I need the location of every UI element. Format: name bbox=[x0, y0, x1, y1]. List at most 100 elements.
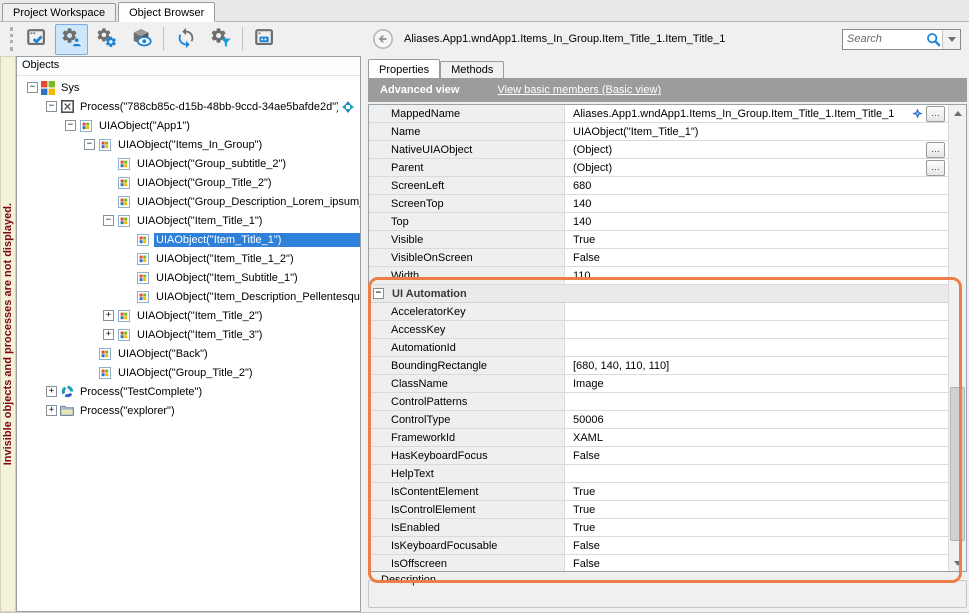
tree-item-label: UIAObject("Group_Description_Lorem_ipsum… bbox=[135, 195, 360, 209]
tree-item[interactable]: −UIAObject("Items_In_Group") bbox=[17, 135, 360, 154]
gears-icon bbox=[96, 27, 118, 52]
tree-item[interactable]: UIAObject("Item_Title_1") bbox=[17, 230, 360, 249]
uia-icon bbox=[117, 195, 131, 209]
ellipsis-button[interactable]: … bbox=[926, 160, 945, 176]
collapse-toggle-icon[interactable]: − bbox=[84, 139, 95, 150]
property-row[interactable]: ControlType50006 bbox=[369, 411, 948, 429]
scrollbar-thumb[interactable] bbox=[950, 387, 965, 541]
property-row[interactable]: IsControlElementTrue bbox=[369, 501, 948, 519]
property-row[interactable]: NativeUIAObject(Object)… bbox=[369, 141, 948, 159]
tree-item-label: UIAObject("Item_Title_2") bbox=[135, 309, 360, 323]
map-target-icon[interactable] bbox=[912, 108, 923, 119]
tree-item[interactable]: UIAObject("Group_subtitle_2") bbox=[17, 154, 360, 173]
search-dropdown-button[interactable] bbox=[942, 30, 960, 49]
object-spy-button[interactable] bbox=[55, 24, 88, 55]
chevron-down-icon bbox=[948, 37, 956, 42]
tree-item[interactable]: UIAObject("Item_Title_1_2") bbox=[17, 249, 360, 268]
expand-toggle-icon[interactable]: + bbox=[46, 386, 57, 397]
expand-toggle-icon[interactable]: + bbox=[46, 405, 57, 416]
property-row[interactable]: AutomationId bbox=[369, 339, 948, 357]
collapse-toggle-icon[interactable]: − bbox=[103, 215, 114, 226]
property-row[interactable]: Top140 bbox=[369, 213, 948, 231]
property-row[interactable]: NameUIAObject("Item_Title_1") bbox=[369, 123, 948, 141]
property-row[interactable]: Parent(Object)… bbox=[369, 159, 948, 177]
breadcrumb-row: Aliases.App1.wndApp1.Items_In_Group.Item… bbox=[366, 22, 969, 56]
uia-icon bbox=[136, 290, 150, 304]
filter-settings-button[interactable] bbox=[204, 24, 237, 55]
search-icon[interactable] bbox=[926, 32, 942, 47]
property-row[interactable]: HasKeyboardFocusFalse bbox=[369, 447, 948, 465]
tree-item[interactable]: +Process("TestComplete") bbox=[17, 382, 360, 401]
property-row[interactable]: HelpText bbox=[369, 465, 948, 483]
property-row[interactable]: IsContentElementTrue bbox=[369, 483, 948, 501]
tree-item[interactable]: UIAObject("Group_Description_Lorem_ipsum… bbox=[17, 192, 360, 211]
tree-item[interactable]: −UIAObject("App1") bbox=[17, 116, 360, 135]
collapse-toggle-icon[interactable]: − bbox=[27, 82, 38, 93]
refresh-button[interactable] bbox=[169, 24, 202, 55]
tree-item[interactable]: UIAObject("Item_Description_Pellentesque bbox=[17, 287, 360, 306]
tab-methods[interactable]: Methods bbox=[440, 61, 504, 78]
property-value-cell: (Object)… bbox=[565, 159, 948, 176]
expand-toggle-icon[interactable]: + bbox=[103, 310, 114, 321]
tab-properties[interactable]: Properties bbox=[368, 59, 440, 78]
toolbar-grip[interactable] bbox=[10, 27, 13, 51]
view-object-button[interactable] bbox=[125, 24, 158, 55]
tab-project-workspace[interactable]: Project Workspace bbox=[2, 3, 116, 21]
property-value-cell: 680 bbox=[565, 177, 948, 194]
tree-item[interactable]: +Process("explorer") bbox=[17, 401, 360, 420]
scroll-up-button[interactable] bbox=[949, 105, 966, 121]
object-properties-button[interactable] bbox=[90, 24, 123, 55]
tree-item[interactable]: −UIAObject("Item_Title_1") bbox=[17, 211, 360, 230]
tree-item[interactable]: UIAObject("Item_Subtitle_1") bbox=[17, 268, 360, 287]
property-row[interactable]: VisibleOnScreenFalse bbox=[369, 249, 948, 267]
ellipsis-button[interactable]: … bbox=[926, 106, 945, 122]
property-row[interactable]: AccessKey bbox=[369, 321, 948, 339]
tree-item[interactable]: UIAObject("Back") bbox=[17, 344, 360, 363]
tree-item-label: UIAObject("Item_Description_Pellentesque bbox=[154, 290, 360, 304]
window-tab-bar: Project Workspace Object Browser bbox=[0, 0, 969, 22]
tree-item[interactable]: UIAObject("Group_Title_2") bbox=[17, 363, 360, 382]
scroll-down-button[interactable] bbox=[949, 555, 966, 571]
property-row[interactable]: Width110 bbox=[369, 267, 948, 285]
property-row[interactable]: IsEnabledTrue bbox=[369, 519, 948, 537]
collapse-toggle-icon[interactable]: − bbox=[373, 288, 384, 299]
vertical-scrollbar[interactable] bbox=[948, 105, 966, 571]
property-row[interactable]: VisibleTrue bbox=[369, 231, 948, 249]
property-value: [680, 140, 110, 110] bbox=[573, 360, 948, 372]
tree-item[interactable]: UIAObject("Group_Title_2") bbox=[17, 173, 360, 192]
property-rows: MappedNameAliases.App1.wndApp1.Items_In_… bbox=[369, 105, 948, 571]
property-row[interactable]: ScreenLeft680 bbox=[369, 177, 948, 195]
property-row[interactable]: BoundingRectangle[680, 140, 110, 110] bbox=[369, 357, 948, 375]
tree-item-label: Sys bbox=[59, 81, 360, 95]
property-row[interactable]: ControlPatterns bbox=[369, 393, 948, 411]
property-row[interactable]: IsOffscreenFalse bbox=[369, 555, 948, 571]
property-name: AccessKey bbox=[369, 321, 565, 338]
tree-item[interactable]: +UIAObject("Item_Title_3") bbox=[17, 325, 360, 344]
property-row[interactable]: MappedNameAliases.App1.wndApp1.Items_In_… bbox=[369, 105, 948, 123]
panel-layout-button[interactable] bbox=[248, 24, 281, 55]
back-button[interactable] bbox=[372, 28, 394, 50]
property-row[interactable]: IsKeyboardFocusableFalse bbox=[369, 537, 948, 555]
tree-item[interactable]: + UIAObject("Item_Title_2") bbox=[17, 306, 360, 325]
highlight-object-button[interactable] bbox=[20, 24, 53, 55]
toolbar-separator bbox=[163, 27, 164, 51]
property-row[interactable]: ClassNameImage bbox=[369, 375, 948, 393]
property-row[interactable]: FrameworkIdXAML bbox=[369, 429, 948, 447]
property-group-header[interactable]: −UI Automation bbox=[369, 285, 948, 303]
ellipsis-button[interactable]: … bbox=[926, 142, 945, 158]
property-value-cell: UIAObject("Item_Title_1") bbox=[565, 123, 948, 140]
tree-item-label: UIAObject("Item_Subtitle_1") bbox=[154, 271, 360, 285]
uia-icon bbox=[136, 252, 150, 266]
expand-toggle-icon[interactable]: + bbox=[103, 329, 114, 340]
property-row[interactable]: ScreenTop140 bbox=[369, 195, 948, 213]
property-row[interactable]: AcceleratorKey bbox=[369, 303, 948, 321]
search-input[interactable] bbox=[843, 33, 926, 45]
property-value: False bbox=[573, 450, 948, 462]
collapse-toggle-icon[interactable]: − bbox=[46, 101, 57, 112]
object-browser-toolbar bbox=[0, 22, 362, 56]
basic-view-link[interactable]: View basic members (Basic view) bbox=[497, 84, 661, 96]
collapse-toggle-icon[interactable]: − bbox=[65, 120, 76, 131]
tab-object-browser[interactable]: Object Browser bbox=[118, 2, 215, 22]
tree-item[interactable]: − Sys bbox=[17, 78, 360, 97]
tree-item[interactable]: −Process("788cb85c-d15b-48bb-9ccd-34ae5b… bbox=[17, 97, 360, 116]
